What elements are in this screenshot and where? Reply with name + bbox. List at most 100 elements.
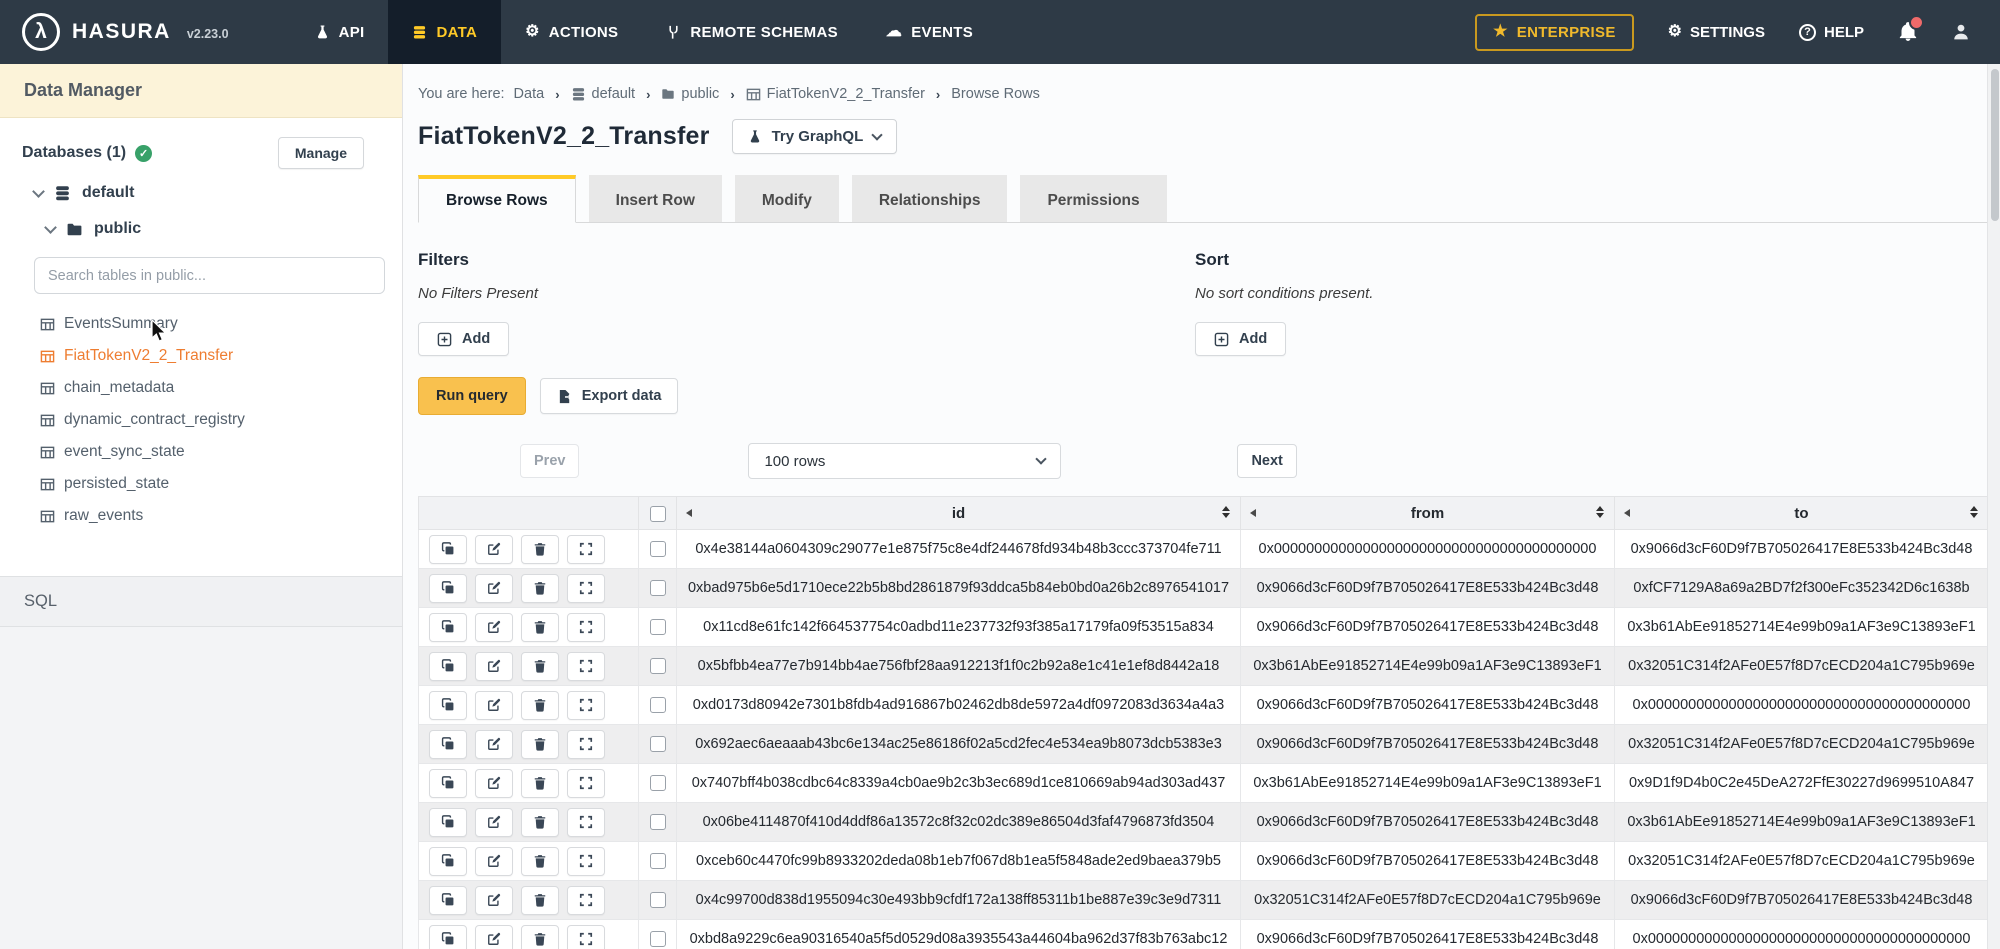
try-graphql-button[interactable]: Try GraphQL bbox=[732, 119, 898, 154]
settings-button[interactable]: ⚙ SETTINGS bbox=[1668, 24, 1765, 41]
row-checkbox[interactable] bbox=[650, 814, 666, 830]
row-checkbox[interactable] bbox=[650, 619, 666, 635]
copy-row-button[interactable] bbox=[429, 691, 467, 720]
row-checkbox[interactable] bbox=[650, 580, 666, 596]
notifications-button[interactable] bbox=[1898, 22, 1918, 42]
copy-row-button[interactable] bbox=[429, 808, 467, 837]
row-checkbox[interactable] bbox=[650, 541, 666, 557]
breadcrumb-item-fiattokenv2-2-transfer[interactable]: FiatTokenV2_2_Transfer bbox=[746, 86, 925, 102]
tab-relationships[interactable]: Relationships bbox=[852, 175, 1008, 222]
copy-row-button[interactable] bbox=[429, 730, 467, 759]
rows-per-page-select[interactable]: 100 rows bbox=[748, 443, 1061, 479]
export-data-button[interactable]: Export data bbox=[540, 378, 679, 414]
row-checkbox[interactable] bbox=[650, 658, 666, 674]
delete-row-button[interactable] bbox=[521, 574, 559, 603]
sidebar-item-table-event-sync-state[interactable]: event_sync_state bbox=[40, 436, 402, 468]
row-checkbox[interactable] bbox=[650, 736, 666, 752]
sort-column-icon[interactable] bbox=[1596, 506, 1604, 518]
expand-row-button[interactable] bbox=[567, 730, 605, 759]
scrollbar-thumb[interactable] bbox=[1991, 69, 1999, 221]
expand-row-button[interactable] bbox=[567, 574, 605, 603]
expand-row-button[interactable] bbox=[567, 535, 605, 564]
expand-row-button[interactable] bbox=[567, 925, 605, 949]
sort-column-icon[interactable] bbox=[1222, 506, 1230, 518]
edit-row-button[interactable] bbox=[475, 691, 513, 720]
user-menu-button[interactable] bbox=[1952, 23, 1970, 41]
copy-row-button[interactable] bbox=[429, 574, 467, 603]
expand-row-button[interactable] bbox=[567, 769, 605, 798]
sidebar-item-database-default[interactable]: default bbox=[0, 175, 402, 211]
edit-row-button[interactable] bbox=[475, 808, 513, 837]
copy-row-button[interactable] bbox=[429, 613, 467, 642]
nav-item-api[interactable]: API bbox=[291, 0, 389, 64]
sidebar-item-sql[interactable]: SQL bbox=[0, 576, 402, 627]
row-checkbox[interactable] bbox=[650, 931, 666, 947]
row-checkbox[interactable] bbox=[650, 892, 666, 908]
breadcrumb-item-public[interactable]: public bbox=[661, 86, 719, 102]
tab-permissions[interactable]: Permissions bbox=[1020, 175, 1166, 222]
edit-row-button[interactable] bbox=[475, 535, 513, 564]
delete-row-button[interactable] bbox=[521, 730, 559, 759]
nav-item-data[interactable]: DATA bbox=[388, 0, 501, 64]
sidebar-item-table-eventssummary[interactable]: EventsSummary bbox=[40, 308, 402, 340]
copy-row-button[interactable] bbox=[429, 886, 467, 915]
add-sort-button[interactable]: Add bbox=[1195, 322, 1286, 356]
expand-row-button[interactable] bbox=[567, 808, 605, 837]
edit-row-button[interactable] bbox=[475, 847, 513, 876]
tab-browse-rows[interactable]: Browse Rows bbox=[418, 175, 576, 223]
manage-button[interactable]: Manage bbox=[278, 137, 364, 169]
nav-item-actions[interactable]: ⚙ACTIONS bbox=[501, 0, 642, 64]
run-query-button[interactable]: Run query bbox=[418, 377, 526, 415]
row-checkbox[interactable] bbox=[650, 697, 666, 713]
delete-row-button[interactable] bbox=[521, 886, 559, 915]
collapse-column-icon[interactable] bbox=[1624, 509, 1630, 517]
expand-row-button[interactable] bbox=[567, 652, 605, 681]
sidebar-item-schema-public[interactable]: public bbox=[0, 211, 402, 247]
delete-row-button[interactable] bbox=[521, 613, 559, 642]
search-tables-input[interactable] bbox=[34, 257, 385, 294]
delete-row-button[interactable] bbox=[521, 769, 559, 798]
edit-row-button[interactable] bbox=[475, 730, 513, 759]
edit-row-button[interactable] bbox=[475, 613, 513, 642]
select-all-checkbox[interactable] bbox=[650, 506, 666, 522]
edit-row-button[interactable] bbox=[475, 769, 513, 798]
nav-item-remote-schemas[interactable]: REMOTE SCHEMAS bbox=[642, 0, 862, 64]
breadcrumb-item-browse-rows[interactable]: Browse Rows bbox=[951, 86, 1040, 102]
column-header-id[interactable]: id bbox=[677, 497, 1241, 530]
expand-row-button[interactable] bbox=[567, 613, 605, 642]
sidebar-item-table-persisted-state[interactable]: persisted_state bbox=[40, 468, 402, 500]
tab-insert-row[interactable]: Insert Row bbox=[589, 175, 722, 222]
copy-row-button[interactable] bbox=[429, 652, 467, 681]
help-button[interactable]: ? HELP bbox=[1799, 24, 1864, 41]
sort-column-icon[interactable] bbox=[1970, 506, 1978, 518]
delete-row-button[interactable] bbox=[521, 691, 559, 720]
row-checkbox[interactable] bbox=[650, 853, 666, 869]
delete-row-button[interactable] bbox=[521, 652, 559, 681]
sidebar-item-table-raw-events[interactable]: raw_events bbox=[40, 500, 402, 532]
column-header-from[interactable]: from bbox=[1241, 497, 1615, 530]
edit-row-button[interactable] bbox=[475, 886, 513, 915]
breadcrumb-item-data[interactable]: Data bbox=[514, 86, 545, 102]
hasura-logo[interactable]: λ HASURA v2.23.0 bbox=[0, 0, 249, 64]
sidebar-item-table-chain-metadata[interactable]: chain_metadata bbox=[40, 372, 402, 404]
sidebar-item-table-dynamic-contract-registry[interactable]: dynamic_contract_registry bbox=[40, 404, 402, 436]
delete-row-button[interactable] bbox=[521, 535, 559, 564]
delete-row-button[interactable] bbox=[521, 847, 559, 876]
row-checkbox[interactable] bbox=[650, 775, 666, 791]
expand-row-button[interactable] bbox=[567, 691, 605, 720]
delete-row-button[interactable] bbox=[521, 808, 559, 837]
edit-row-button[interactable] bbox=[475, 652, 513, 681]
nav-item-events[interactable]: ☁EVENTS bbox=[862, 0, 997, 64]
copy-row-button[interactable] bbox=[429, 925, 467, 949]
collapse-column-icon[interactable] bbox=[686, 509, 692, 517]
edit-row-button[interactable] bbox=[475, 925, 513, 949]
copy-row-button[interactable] bbox=[429, 847, 467, 876]
copy-row-button[interactable] bbox=[429, 535, 467, 564]
edit-row-button[interactable] bbox=[475, 574, 513, 603]
add-filter-button[interactable]: Add bbox=[418, 322, 509, 356]
expand-row-button[interactable] bbox=[567, 847, 605, 876]
tab-modify[interactable]: Modify bbox=[735, 175, 839, 222]
column-header-to[interactable]: to bbox=[1615, 497, 1989, 530]
prev-page-button[interactable]: Prev bbox=[520, 444, 579, 478]
sidebar-item-table-fiattokenv2-2-transfer[interactable]: FiatTokenV2_2_Transfer bbox=[40, 340, 402, 372]
